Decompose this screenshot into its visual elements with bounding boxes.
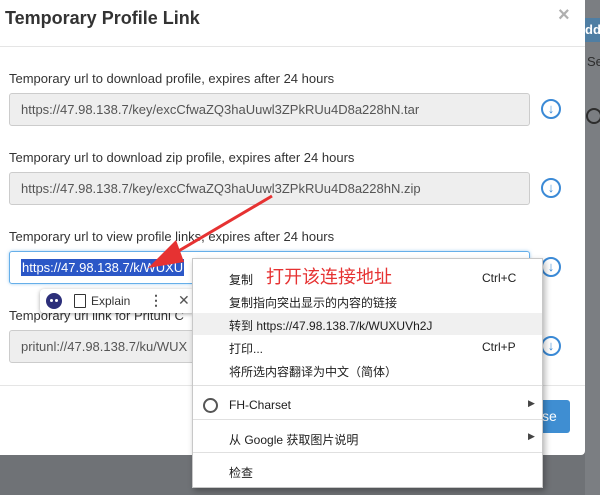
annotation-arrow: [148, 194, 273, 268]
annotation-text: 打开该连接地址: [266, 267, 392, 287]
